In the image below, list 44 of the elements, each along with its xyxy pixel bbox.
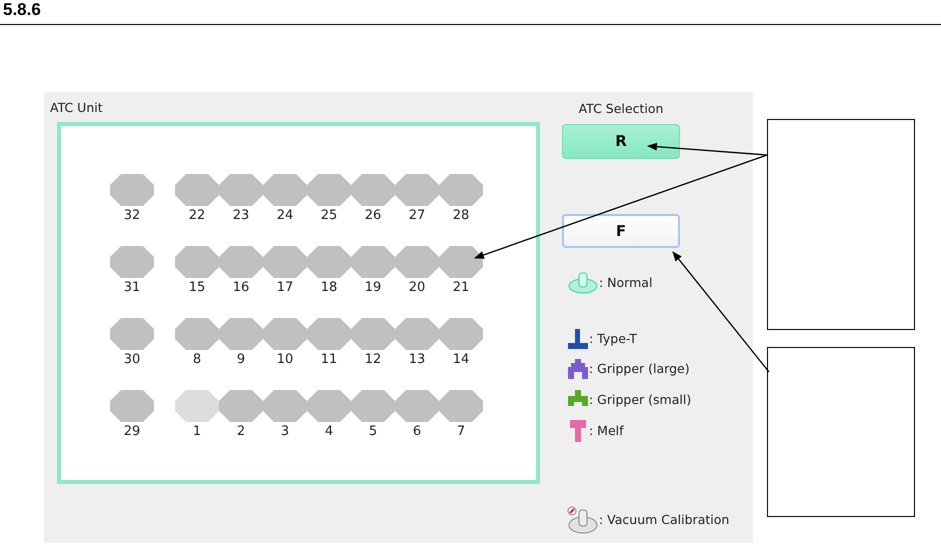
slot-number: 19 (364, 280, 382, 296)
slot-number: 3 (280, 424, 290, 440)
slot-number: 20 (408, 280, 426, 296)
slot-number: 10 (276, 352, 294, 368)
legend-label: : Gripper (small) (589, 391, 692, 409)
slot-number: 27 (408, 208, 426, 224)
slot-number: 9 (236, 352, 246, 368)
group-title: ATC Selection (578, 101, 664, 117)
slot-number: 13 (408, 352, 426, 368)
slot-number: 18 (320, 280, 338, 296)
slot-number: 2 (236, 424, 246, 440)
legend-label: : Gripper (large) (589, 360, 690, 378)
slot-number: 8 (192, 352, 202, 368)
slot-number: 1 (192, 424, 202, 440)
legend-label: : Normal (599, 274, 652, 292)
slot-number: 24 (276, 208, 294, 224)
slot-number: 6 (412, 424, 422, 440)
slot-number: 31 (124, 280, 140, 296)
slot-number: 21 (452, 280, 470, 296)
legend-label: : Type-T (589, 330, 637, 348)
slot-number: 11 (320, 352, 338, 368)
nozzle-slot[interactable] (439, 246, 483, 278)
section-number: 5.8.6 (3, 0, 42, 20)
slot-number: 32 (124, 208, 140, 224)
slot-number: 26 (364, 208, 382, 224)
atc-select-button[interactable]: F (562, 214, 680, 248)
slot-number: 16 (232, 280, 250, 296)
slot-number: 22 (188, 208, 206, 224)
slot-number: 12 (364, 352, 382, 368)
atc-select-button[interactable]: R (562, 124, 680, 159)
slot-number: 14 (452, 352, 470, 368)
slot-number: 4 (324, 424, 334, 440)
legend-label: : Melf (589, 422, 624, 440)
slot-number: 25 (320, 208, 338, 224)
slot-number: 23 (232, 208, 250, 224)
slot-number: 28 (452, 208, 470, 224)
slot-number: 5 (368, 424, 378, 440)
slot-number: 15 (188, 280, 206, 296)
legend-label: : Vacuum Calibration (599, 511, 730, 529)
slot-number: 30 (124, 352, 140, 368)
slot-number: 17 (276, 280, 294, 296)
slot-number: 7 (456, 424, 466, 440)
slot-number: 29 (124, 424, 140, 440)
group-title: ATC Unit (50, 100, 104, 116)
